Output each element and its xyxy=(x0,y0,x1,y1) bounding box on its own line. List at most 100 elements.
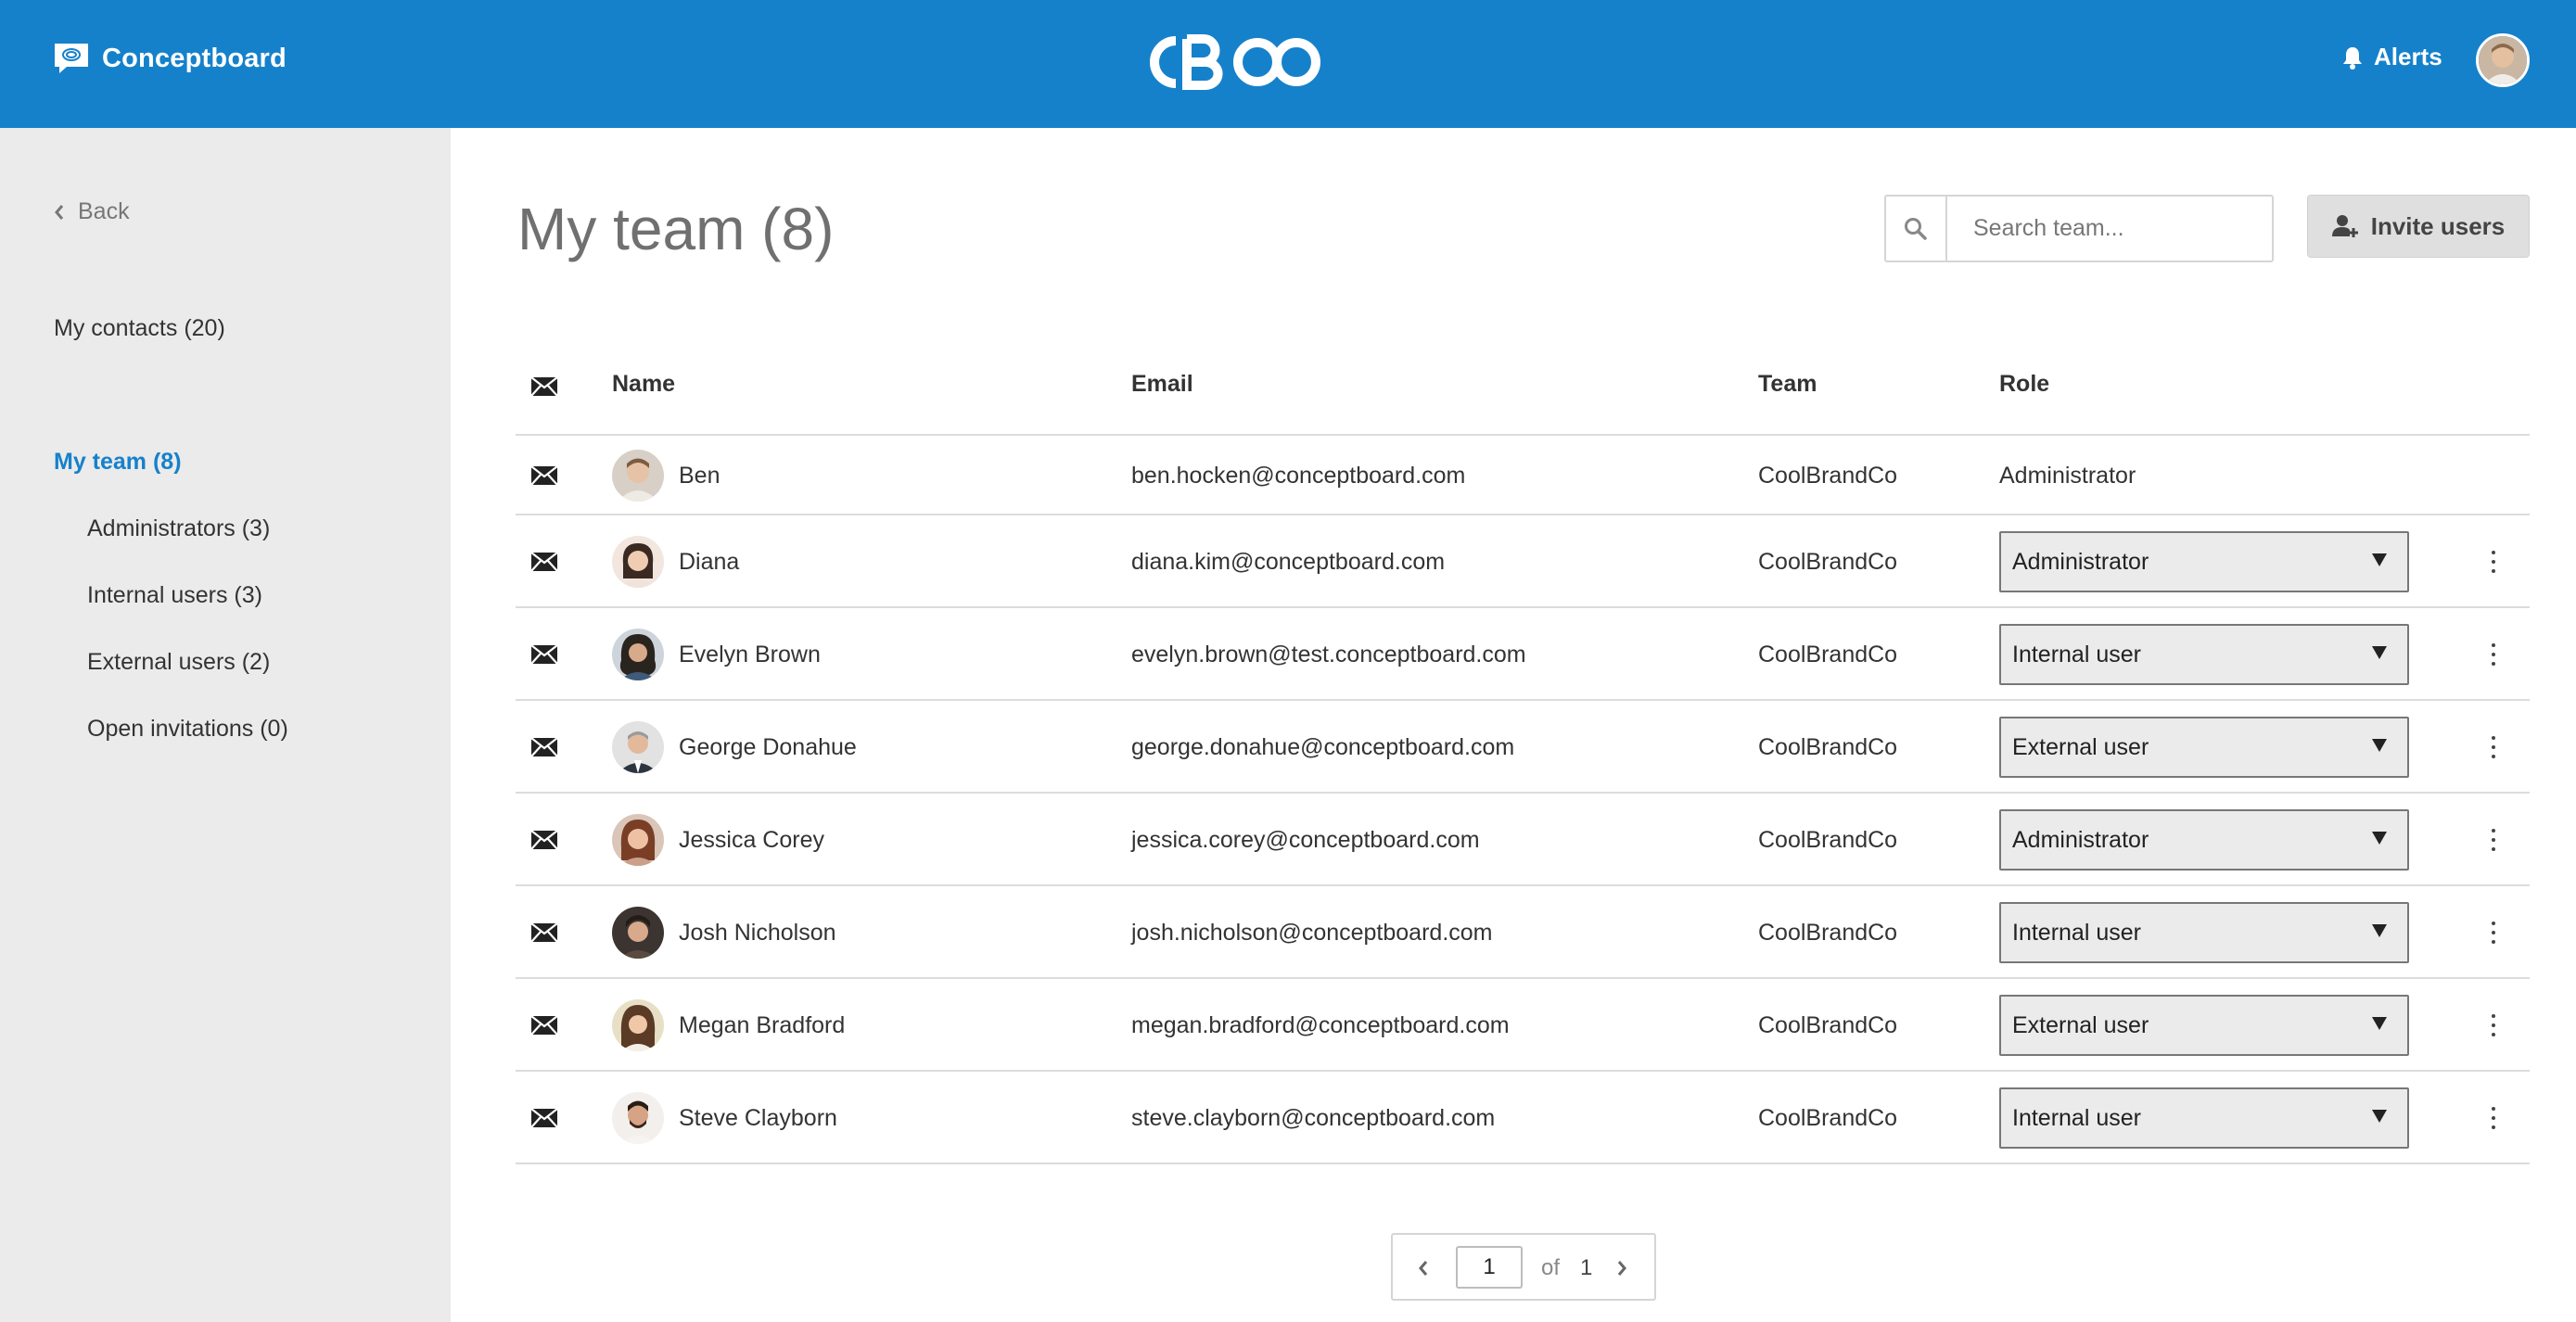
more-options-icon[interactable] xyxy=(2489,736,2498,758)
more-options-icon[interactable] xyxy=(2489,643,2498,666)
table-row: Ben ben.hocken@conceptboard.com CoolBran… xyxy=(516,436,2530,515)
table-row: Steve Clayborn steve.clayborn@conceptboa… xyxy=(516,1072,2530,1164)
dropdown-arrow-icon xyxy=(2372,832,2387,845)
more-options-icon[interactable] xyxy=(2489,829,2498,851)
brand[interactable]: Conceptboard xyxy=(52,41,287,76)
role-select-value: Internal user xyxy=(2012,1104,2141,1131)
dropdown-arrow-icon xyxy=(2372,1017,2387,1030)
invite-users-button[interactable]: Invite users xyxy=(2307,195,2530,258)
user-name: Evelyn Brown xyxy=(679,642,821,667)
user-team: CoolBrandCo xyxy=(1758,920,1898,946)
user-team: CoolBrandCo xyxy=(1758,827,1898,853)
sidebar: Back My contacts (20) My team (8) Admini… xyxy=(0,128,451,1322)
mail-icon[interactable] xyxy=(530,465,558,486)
avatar xyxy=(612,536,664,588)
user-email: josh.nicholson@conceptboard.com xyxy=(1131,920,1493,946)
role-select[interactable]: Internal user xyxy=(1999,902,2409,963)
user-email: diana.kim@conceptboard.com xyxy=(1131,549,1446,575)
role-select[interactable]: External user xyxy=(1999,717,2409,778)
table-row: George Donahue george.donahue@conceptboa… xyxy=(516,701,2530,794)
avatar xyxy=(612,1092,664,1144)
search-input[interactable] xyxy=(1947,197,2272,261)
avatar xyxy=(612,450,664,502)
page-title: My team (8) xyxy=(517,196,835,262)
user-email: jessica.corey@conceptboard.com xyxy=(1131,827,1480,853)
user-email: steve.clayborn@conceptboard.com xyxy=(1131,1105,1496,1131)
dropdown-arrow-icon xyxy=(2372,924,2387,937)
back-label: Back xyxy=(78,198,130,224)
sidebar-item-external-users[interactable]: External users (2) xyxy=(87,649,270,676)
user-team: CoolBrandCo xyxy=(1758,1012,1898,1038)
search-box xyxy=(1884,195,2274,262)
user-name: Diana xyxy=(679,549,740,575)
sidebar-item-my-contacts[interactable]: My contacts (20) xyxy=(54,315,225,342)
chevron-right-icon[interactable] xyxy=(1615,1259,1628,1278)
sidebar-item-administrators[interactable]: Administrators (3) xyxy=(87,515,270,542)
role-select-value: Administrator xyxy=(2012,548,2149,575)
mail-all-icon[interactable] xyxy=(530,376,558,397)
company-logo xyxy=(1150,34,1320,90)
role-select[interactable]: Administrator xyxy=(1999,809,2409,871)
chevron-left-icon xyxy=(55,204,64,220)
mail-icon[interactable] xyxy=(530,737,558,757)
avatar xyxy=(612,999,664,1051)
alerts-button[interactable]: Alerts xyxy=(2342,43,2442,71)
sidebar-item-open-invitations[interactable]: Open invitations (0) xyxy=(87,716,288,743)
role-select-value: Internal user xyxy=(2012,641,2141,667)
role-select-value: External user xyxy=(2012,733,2149,760)
user-role: Administrator xyxy=(1999,463,2136,489)
column-header-team[interactable]: Team xyxy=(1758,371,1817,398)
user-team: CoolBrandCo xyxy=(1758,549,1898,575)
avatar xyxy=(612,907,664,959)
dropdown-arrow-icon xyxy=(2372,646,2387,659)
user-email: george.donahue@conceptboard.com xyxy=(1131,734,1515,760)
team-table: Name Email Team Role Ben ben.hocken@conc… xyxy=(516,337,2530,1164)
top-header: Conceptboard Alerts xyxy=(0,0,2576,128)
user-team: CoolBrandCo xyxy=(1758,734,1898,760)
search-button[interactable] xyxy=(1886,197,1947,261)
mail-icon[interactable] xyxy=(530,644,558,665)
role-select[interactable]: Internal user xyxy=(1999,624,2409,685)
role-select-value: Internal user xyxy=(2012,919,2141,946)
user-name: George Donahue xyxy=(679,734,857,760)
user-email: ben.hocken@conceptboard.com xyxy=(1131,463,1466,489)
mail-icon[interactable] xyxy=(530,1015,558,1036)
user-name: Ben xyxy=(679,463,721,489)
mail-icon[interactable] xyxy=(530,1108,558,1128)
invite-users-label: Invite users xyxy=(2370,211,2506,240)
table-row: Megan Bradford megan.bradford@conceptboa… xyxy=(516,979,2530,1072)
mail-icon[interactable] xyxy=(530,922,558,943)
dropdown-arrow-icon xyxy=(2372,553,2387,566)
back-link[interactable]: Back xyxy=(54,198,130,225)
avatar xyxy=(612,629,664,680)
pagination: of 1 xyxy=(1391,1233,1656,1301)
column-header-email[interactable]: Email xyxy=(1131,371,1193,398)
page-total: 1 xyxy=(1580,1255,1593,1280)
user-team: CoolBrandCo xyxy=(1758,642,1898,667)
mail-icon[interactable] xyxy=(530,830,558,850)
role-select[interactable]: External user xyxy=(1999,995,2409,1056)
brand-name: Conceptboard xyxy=(102,43,287,73)
table-row: Jessica Corey jessica.corey@conceptboard… xyxy=(516,794,2530,886)
role-select[interactable]: Administrator xyxy=(1999,531,2409,592)
sidebar-item-my-team[interactable]: My team (8) xyxy=(54,449,182,476)
mail-icon[interactable] xyxy=(530,552,558,572)
sidebar-item-internal-users[interactable]: Internal users (3) xyxy=(87,582,262,609)
table-row: Diana diana.kim@conceptboard.com CoolBra… xyxy=(516,515,2530,608)
role-select-value: External user xyxy=(2012,1011,2149,1038)
bell-icon xyxy=(2343,46,2362,70)
search-icon xyxy=(1905,217,1927,240)
page-of-label: of xyxy=(1541,1255,1561,1280)
chevron-left-icon[interactable] xyxy=(1417,1259,1430,1278)
column-header-name[interactable]: Name xyxy=(612,371,675,398)
table-row: Evelyn Brown evelyn.brown@test.conceptbo… xyxy=(516,608,2530,701)
more-options-icon[interactable] xyxy=(2489,551,2498,573)
page-number-input[interactable] xyxy=(1456,1246,1523,1289)
more-options-icon[interactable] xyxy=(2489,1014,2498,1036)
column-header-role[interactable]: Role xyxy=(1999,371,2049,398)
user-email: megan.bradford@conceptboard.com xyxy=(1131,1012,1510,1038)
more-options-icon[interactable] xyxy=(2489,922,2498,944)
role-select[interactable]: Internal user xyxy=(1999,1087,2409,1149)
more-options-icon[interactable] xyxy=(2489,1107,2498,1129)
user-avatar[interactable] xyxy=(2476,33,2530,87)
